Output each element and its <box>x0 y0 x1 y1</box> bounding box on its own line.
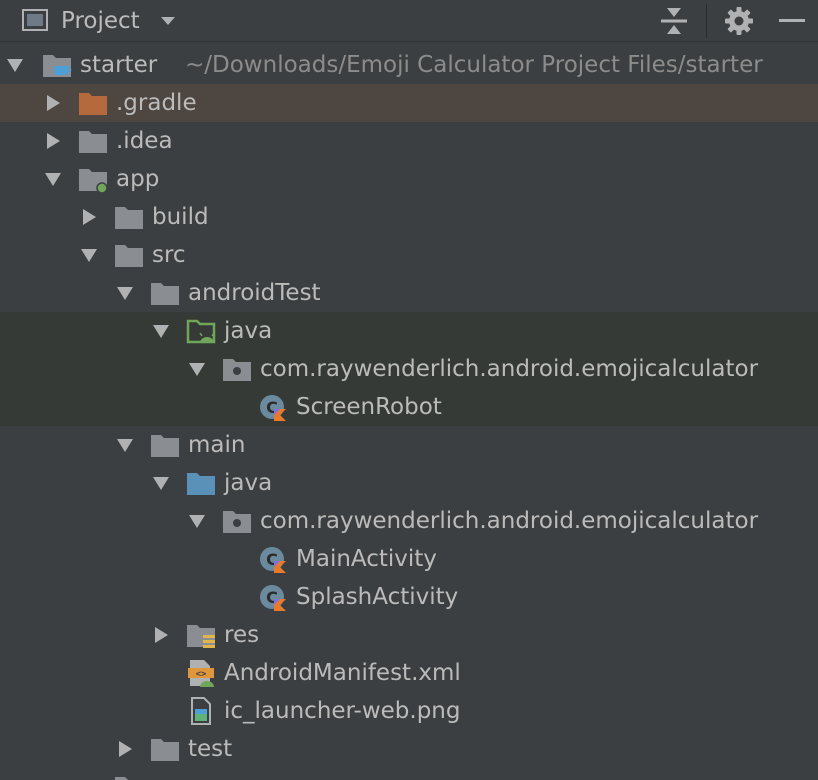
tree-node-androidtest-java[interactable]: java <box>0 312 818 350</box>
tree-node-test[interactable]: test <box>0 730 818 768</box>
chevron-right-icon[interactable] <box>45 95 61 111</box>
chevron-down-icon[interactable] <box>7 57 23 73</box>
tree-node-label: androidTest <box>188 280 321 306</box>
tool-window-header: Project <box>0 0 818 42</box>
folder-icon <box>115 245 143 267</box>
tree-node-label: AndroidManifest.xml <box>224 660 461 686</box>
folder-icon <box>151 283 179 305</box>
chevron-down-icon[interactable] <box>117 437 133 453</box>
project-tree: starter ~/Downloads/Emoji Calculator Pro… <box>0 46 818 780</box>
tree-node-label: res <box>224 622 260 648</box>
folder-icon <box>115 777 143 780</box>
header-separator <box>706 4 707 38</box>
tree-node-label: MainActivity <box>296 546 437 572</box>
tree-node-label: ic_launcher-web.png <box>224 698 461 724</box>
tree-node-label: test <box>188 736 233 762</box>
tree-node-main-java[interactable]: java <box>0 464 818 502</box>
tree-node-app[interactable]: app <box>0 160 818 198</box>
chevron-down-icon[interactable] <box>189 513 205 529</box>
chevron-right-icon[interactable] <box>81 209 97 225</box>
folder-icon <box>79 131 107 153</box>
tree-node-label: java <box>224 318 273 344</box>
tool-window-title[interactable]: Project <box>61 7 140 35</box>
android-module-folder-icon <box>79 169 108 193</box>
tree-node-screenrobot[interactable]: C ScreenRobot <box>0 388 818 426</box>
tree-node-label: src <box>152 242 186 268</box>
tree-node-partial <box>0 768 818 780</box>
package-folder-icon <box>223 359 251 381</box>
package-folder-icon <box>223 511 251 533</box>
chevron-down-icon[interactable] <box>45 171 61 187</box>
tree-node-androidtest-package[interactable]: com.raywenderlich.android.emojicalculato… <box>0 350 818 388</box>
tree-node-label: .gradle <box>116 90 197 116</box>
chevron-down-icon[interactable] <box>153 475 169 491</box>
tree-node-label: ScreenRobot <box>296 394 442 420</box>
tree-node-splashactivity[interactable]: C SplashActivity <box>0 578 818 616</box>
chevron-down-icon[interactable] <box>81 247 97 263</box>
source-folder-icon <box>187 473 215 495</box>
svg-text:<>: <> <box>196 670 207 680</box>
tree-node-label: app <box>116 166 160 192</box>
chevron-right-icon[interactable] <box>153 627 169 643</box>
resource-folder-icon <box>187 625 215 648</box>
chevron-right-icon[interactable] <box>117 741 133 757</box>
tree-node-label: main <box>188 432 246 458</box>
test-source-folder-icon <box>186 319 216 344</box>
tree-node-label: starter <box>80 52 158 78</box>
project-view-icon[interactable] <box>22 9 48 31</box>
chevron-down-icon[interactable] <box>117 285 133 301</box>
module-folder-icon <box>43 55 72 77</box>
tree-node-label: build <box>152 204 209 230</box>
tree-node-label: java <box>224 470 273 496</box>
tree-node-mainactivity[interactable]: C MainActivity <box>0 540 818 578</box>
tree-node-label: com.raywenderlich.android.emojicalculato… <box>260 356 759 382</box>
collapse-all-icon[interactable] <box>661 6 687 36</box>
folder-icon <box>151 435 179 457</box>
image-file-icon <box>191 697 211 725</box>
tree-node-idea[interactable]: .idea <box>0 122 818 160</box>
folder-icon <box>115 207 143 229</box>
kotlin-class-icon: C <box>260 547 286 573</box>
tree-node-label: com.raywenderlich.android.emojicalculato… <box>260 508 759 534</box>
chevron-right-icon[interactable] <box>45 133 61 149</box>
tree-node-label: .idea <box>116 128 173 154</box>
tree-node-main-package[interactable]: com.raywenderlich.android.emojicalculato… <box>0 502 818 540</box>
minimize-icon[interactable] <box>779 19 805 22</box>
tree-node-androidtest[interactable]: androidTest <box>0 274 818 312</box>
folder-icon <box>151 739 179 761</box>
tree-node-path: ~/Downloads/Emoji Calculator Project Fil… <box>185 52 763 78</box>
chevron-down-icon[interactable] <box>189 361 205 377</box>
kotlin-class-icon: C <box>260 395 286 421</box>
tree-node-build[interactable]: build <box>0 198 818 236</box>
tree-node-main[interactable]: main <box>0 426 818 464</box>
tree-node-src[interactable]: src <box>0 236 818 274</box>
chevron-down-icon[interactable] <box>160 16 176 26</box>
kotlin-class-icon: C <box>260 585 286 611</box>
project-tool-window: Project starter ~/Downloads/Emoji Calcul… <box>0 0 818 780</box>
manifest-file-icon: <> <box>188 660 214 687</box>
gear-icon[interactable] <box>725 7 753 35</box>
excluded-folder-icon <box>79 93 107 115</box>
tree-node-androidmanifest[interactable]: <> AndroidManifest.xml <box>0 654 818 692</box>
tree-node-ic-launcher-web[interactable]: ic_launcher-web.png <box>0 692 818 730</box>
tree-node-gradle[interactable]: .gradle <box>0 84 818 122</box>
tree-node-starter[interactable]: starter ~/Downloads/Emoji Calculator Pro… <box>0 46 818 84</box>
tree-node-res[interactable]: res <box>0 616 818 654</box>
tree-node-label: SplashActivity <box>296 584 459 610</box>
chevron-down-icon[interactable] <box>153 323 169 339</box>
